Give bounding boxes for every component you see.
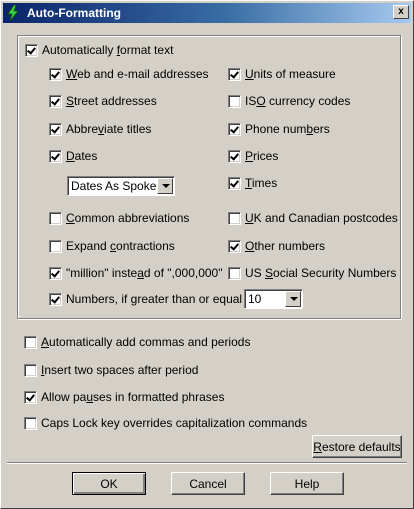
- checkbox-units-of-measure[interactable]: Units of measure: [228, 66, 336, 82]
- checkbox-label: Expand contractions: [66, 239, 175, 253]
- checkbox-million-instead[interactable]: "million" instead of ",000,000": [49, 265, 223, 281]
- help-button[interactable]: Help: [270, 472, 344, 495]
- checkbox-web-email-addresses[interactable]: Web and e-mail addresses: [49, 66, 209, 82]
- checkbox-two-spaces-after-period[interactable]: Insert two spaces after period: [24, 362, 198, 378]
- checkbox-box[interactable]: [24, 363, 37, 377]
- checkbox-box[interactable]: [228, 211, 241, 225]
- checkbox-label: US Social Security Numbers: [245, 266, 397, 280]
- checkbox-label: Abbreviate titles: [66, 122, 152, 136]
- checkbox-label: Street addresses: [66, 94, 157, 108]
- checkbox-label: UK and Canadian postcodes: [245, 211, 398, 225]
- checkbox-box[interactable]: [24, 416, 37, 430]
- checkbox-label: ISO currency codes: [245, 94, 351, 108]
- checkbox-box[interactable]: [49, 292, 62, 306]
- checkbox-uk-canadian-postcodes[interactable]: UK and Canadian postcodes: [228, 210, 398, 226]
- checkbox-box[interactable]: [49, 211, 62, 225]
- separator: [7, 462, 407, 464]
- checkbox-label: Automatically add commas and periods: [41, 335, 251, 349]
- checkbox-allow-pauses[interactable]: Allow pauses in formatted phrases: [24, 389, 224, 405]
- checkbox-label: Prices: [245, 149, 279, 163]
- checkbox-box[interactable]: [228, 94, 241, 108]
- checkbox-box[interactable]: [228, 266, 241, 280]
- checkbox-label: Units of measure: [245, 67, 336, 81]
- checkbox-box[interactable]: [25, 43, 38, 57]
- checkbox-label: Caps Lock key overrides capitalization c…: [41, 416, 308, 430]
- checkbox-add-commas-periods[interactable]: Automatically add commas and periods: [24, 334, 250, 350]
- checkbox-label: Common abbreviations: [66, 211, 190, 225]
- checkbox-caps-lock-overrides[interactable]: Caps Lock key overrides capitalization c…: [24, 415, 307, 431]
- checkbox-numbers-threshold[interactable]: Numbers, if greater than or equal to: [49, 291, 255, 307]
- window-title: Auto-Formatting: [27, 6, 121, 20]
- checkbox-label: Dates: [66, 149, 98, 163]
- chevron-down-icon[interactable]: [285, 291, 301, 307]
- checkbox-label: Automatically format text: [42, 43, 177, 57]
- checkbox-phone-numbers[interactable]: Phone numbers: [228, 121, 330, 137]
- checkbox-common-abbreviations[interactable]: Common abbreviations: [49, 210, 189, 226]
- checkbox-street-addresses[interactable]: Street addresses: [49, 93, 157, 109]
- checkbox-box[interactable]: [228, 239, 241, 253]
- close-button[interactable]: x: [393, 5, 409, 19]
- chevron-down-icon[interactable]: [157, 178, 173, 194]
- checkbox-box[interactable]: [24, 335, 37, 349]
- checkbox-label: Phone numbers: [245, 122, 330, 136]
- checkbox-label: "million" instead of ",000,000": [66, 266, 223, 280]
- checkbox-iso-currency-codes[interactable]: ISO currency codes: [228, 93, 350, 109]
- checkbox-box[interactable]: [49, 122, 62, 136]
- checkbox-expand-contractions[interactable]: Expand contractions: [49, 238, 175, 254]
- checkbox-box[interactable]: [228, 67, 241, 81]
- number-threshold-dropdown[interactable]: 10: [244, 289, 303, 309]
- checkbox-label: Allow pauses in formatted phrases: [41, 390, 225, 404]
- cancel-button[interactable]: Cancel: [171, 472, 245, 495]
- checkbox-prices[interactable]: Prices: [228, 148, 278, 164]
- title-bar[interactable]: Auto-Formatting x: [3, 3, 411, 23]
- checkbox-box[interactable]: [24, 390, 37, 404]
- checkbox-box[interactable]: [228, 122, 241, 136]
- checkbox-box[interactable]: [49, 94, 62, 108]
- checkbox-times[interactable]: Times: [228, 175, 277, 191]
- dropdown-value: 10: [248, 292, 262, 306]
- checkbox-dates[interactable]: Dates: [49, 148, 97, 164]
- checkbox-box[interactable]: [228, 149, 241, 163]
- checkbox-label: Other numbers: [245, 239, 326, 253]
- checkbox-label: Insert two spaces after period: [41, 363, 199, 377]
- dropdown-value: Dates As Spoken: [71, 179, 164, 193]
- checkbox-other-numbers[interactable]: Other numbers: [228, 238, 325, 254]
- restore-defaults-button[interactable]: Restore defaults: [312, 435, 402, 458]
- checkbox-box[interactable]: [49, 67, 62, 81]
- checkbox-box[interactable]: [49, 266, 62, 280]
- checkbox-label: Times: [245, 176, 278, 190]
- checkbox-label: Web and e-mail addresses: [66, 67, 209, 81]
- lightning-icon: [7, 5, 19, 21]
- dates-format-dropdown[interactable]: Dates As Spoken: [67, 176, 175, 196]
- checkbox-box[interactable]: [49, 239, 62, 253]
- auto-formatting-dialog: Auto-Formatting x Automatically format t…: [0, 0, 414, 509]
- checkbox-box[interactable]: [228, 176, 241, 190]
- checkbox-automatically-format-text[interactable]: Automatically format text: [25, 42, 177, 58]
- checkbox-abbreviate-titles[interactable]: Abbreviate titles: [49, 121, 151, 137]
- checkbox-label: Numbers, if greater than or equal to: [66, 292, 255, 306]
- checkbox-us-social-security[interactable]: US Social Security Numbers: [228, 265, 396, 281]
- ok-button[interactable]: OK: [72, 472, 146, 495]
- checkbox-box[interactable]: [49, 149, 62, 163]
